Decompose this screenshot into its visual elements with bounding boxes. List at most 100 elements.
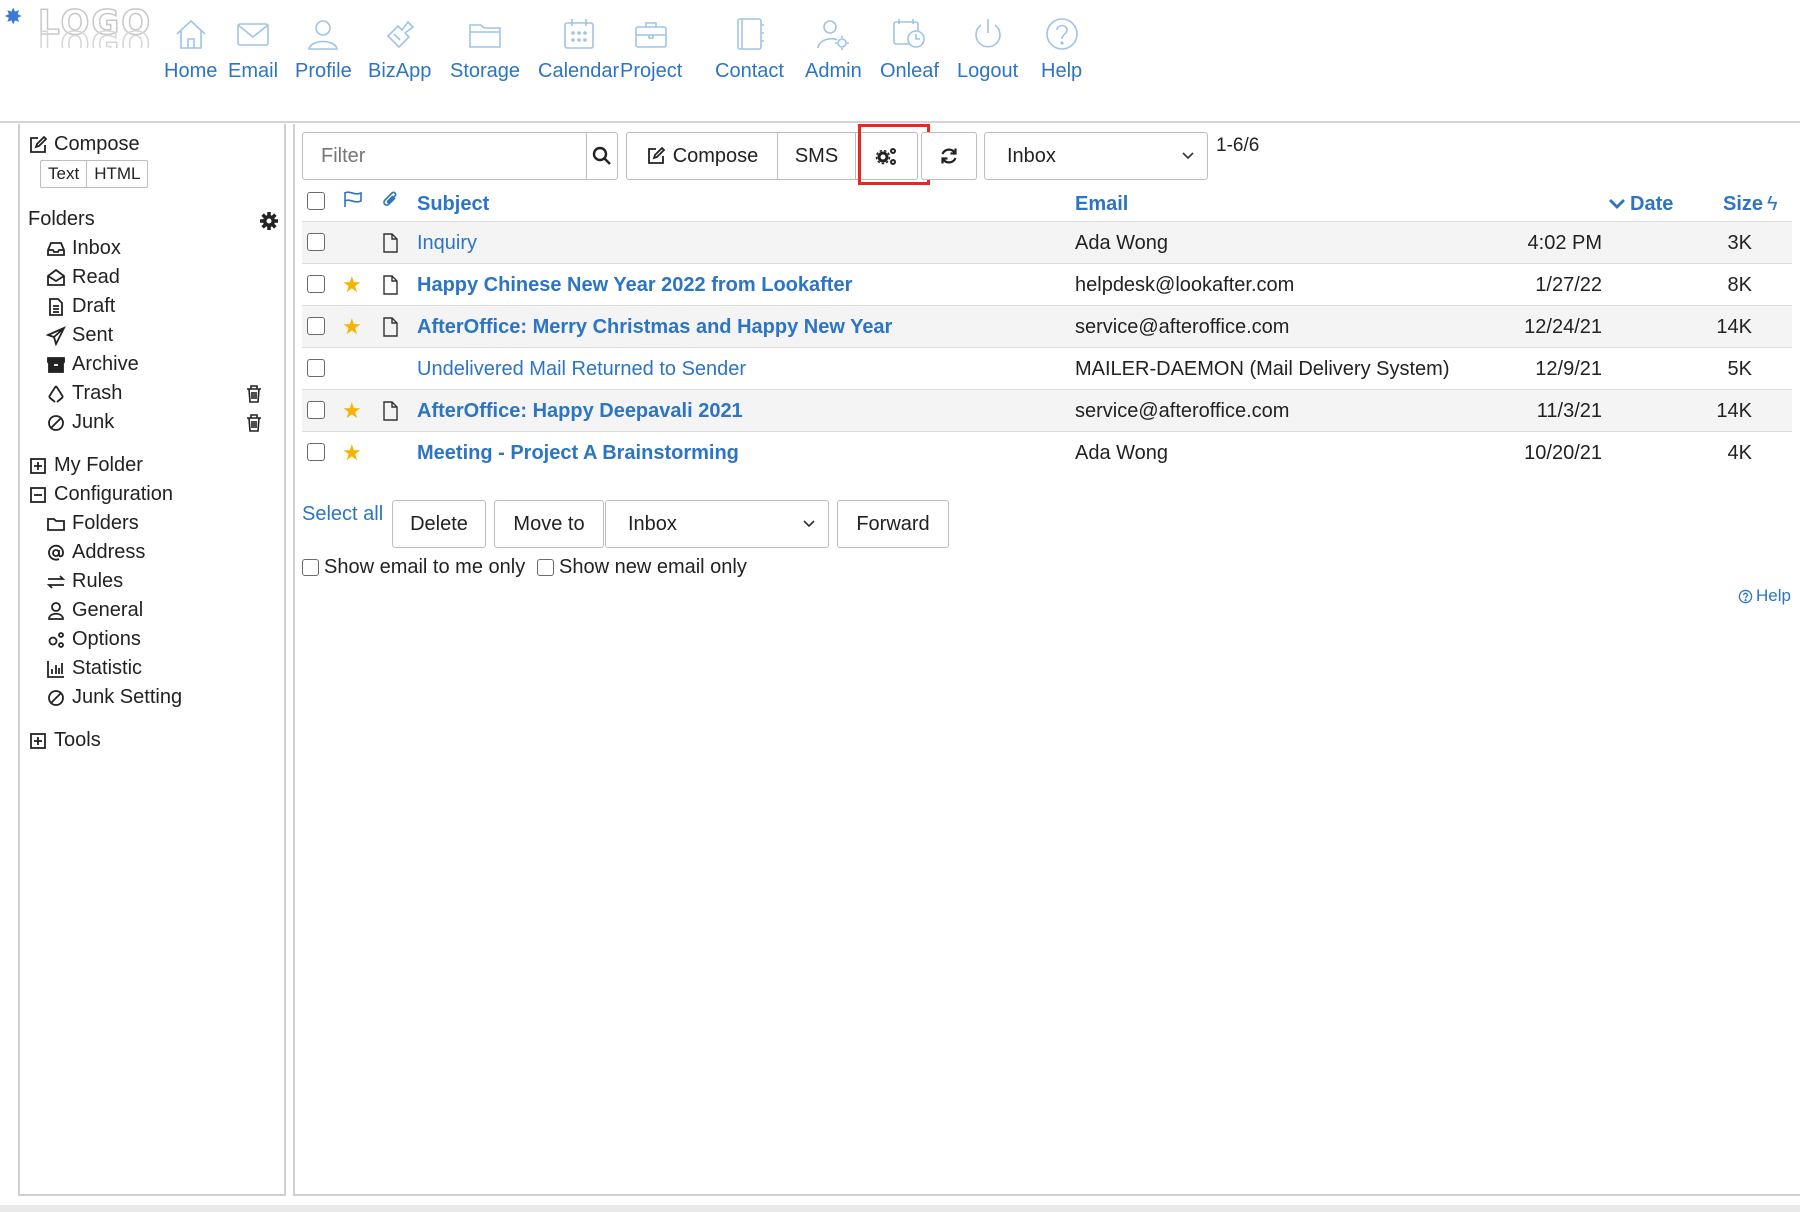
refresh-button[interactable] — [921, 132, 977, 180]
row-checkbox[interactable] — [307, 443, 325, 461]
empty-junk-icon[interactable] — [245, 413, 263, 433]
config-item-label: Options — [72, 628, 141, 650]
nav-logout[interactable]: Logout — [957, 14, 1018, 83]
sidebar-item-junk[interactable]: Junk — [46, 411, 114, 434]
table-row[interactable]: Undelivered Mail Returned to Sender MAILE… — [302, 347, 1792, 389]
column-subject[interactable]: Subject — [417, 186, 489, 222]
column-date[interactable]: Date — [1608, 186, 1673, 222]
nav-bizapp[interactable]: BizApp — [368, 14, 431, 83]
row-checkbox[interactable] — [307, 233, 325, 251]
sidebar-item-sent[interactable]: Sent — [46, 324, 113, 347]
compose-button-label: Compose — [672, 144, 759, 167]
sms-button[interactable]: SMS — [778, 133, 856, 179]
nav-admin[interactable]: Admin — [805, 14, 862, 83]
storage-icon — [469, 24, 501, 48]
message-subject[interactable]: Happy Chinese New Year 2022 from Lookaft… — [417, 264, 852, 306]
empty-trash-icon[interactable] — [245, 384, 263, 404]
column-size[interactable]: Size ϟ — [1723, 186, 1778, 222]
sidebar-item-archive[interactable]: Archive — [46, 353, 139, 376]
filter-box — [302, 132, 618, 180]
nav-contact[interactable]: Contact — [715, 14, 784, 83]
select-all-link[interactable]: Select all — [302, 503, 383, 526]
column-email[interactable]: Email — [1075, 186, 1128, 222]
row-checkbox[interactable] — [307, 401, 325, 419]
star-icon[interactable]: ★ — [342, 306, 362, 348]
inbox-icon — [47, 241, 65, 256]
sidebar-item-label: Read — [72, 266, 120, 288]
star-icon[interactable]: ★ — [342, 264, 362, 306]
document-icon — [381, 264, 399, 306]
row-checkbox[interactable] — [307, 317, 325, 335]
message-subject[interactable]: Inquiry — [417, 222, 477, 264]
search-button[interactable] — [586, 133, 617, 179]
sidebar-item-inbox[interactable]: Inbox — [46, 237, 121, 260]
table-row[interactable]: ★ Happy Chinese New Year 2022 from Lookaf… — [302, 263, 1792, 305]
edit-icon — [647, 146, 665, 164]
forward-button[interactable]: Forward — [837, 500, 949, 548]
table-row[interactable]: Inquiry Ada Wong 4:02 PM 3K — [302, 221, 1792, 263]
filter-input[interactable] — [303, 133, 586, 179]
format-html-button[interactable]: HTML — [87, 161, 147, 187]
message-sender: helpdesk@lookafter.com — [1075, 273, 1295, 296]
settings-button-highlight — [858, 124, 930, 185]
star-icon[interactable]: ★ — [342, 390, 362, 432]
table-row[interactable]: ★ AfterOffice: Merry Christmas and Happy … — [302, 305, 1792, 347]
nav-onleaf[interactable]: Onleaf — [880, 14, 939, 83]
config-item-options[interactable]: Options — [46, 628, 141, 651]
sidebar-my-folder[interactable]: My Folder — [28, 454, 143, 477]
message-subject[interactable]: Undelivered Mail Returned to Sender — [417, 348, 746, 390]
nav-project[interactable]: Project — [620, 14, 682, 83]
config-item-junk-setting[interactable]: Junk Setting — [46, 686, 182, 709]
at-sign-icon — [48, 544, 64, 561]
move-to-button[interactable]: Move to — [494, 500, 604, 548]
message-subject[interactable]: AfterOffice: Merry Christmas and Happy N… — [417, 306, 892, 348]
compose-button[interactable]: Compose — [627, 133, 778, 179]
sidebar-item-read[interactable]: Read — [46, 266, 120, 289]
star-icon[interactable]: ★ — [342, 432, 362, 474]
sidebar-configuration-label: Configuration — [54, 483, 173, 505]
format-text-button[interactable]: Text — [41, 161, 88, 187]
nav-email[interactable]: Email — [228, 14, 278, 83]
sidebar-item-label: Sent — [72, 324, 114, 346]
folder-select[interactable]: Inbox — [984, 132, 1208, 180]
nav-profile[interactable]: Profile — [295, 14, 352, 83]
sidebar-compose[interactable]: Compose — [28, 133, 140, 156]
config-item-general[interactable]: General — [46, 599, 143, 622]
sms-button-label: SMS — [794, 144, 839, 167]
message-date: 10/20/21 — [1524, 441, 1602, 464]
select-all-checkbox[interactable] — [307, 192, 325, 210]
table-row[interactable]: ★ Meeting - Project A Brainstorming Ada Wo… — [302, 431, 1792, 473]
help-link[interactable]: Help — [1738, 586, 1791, 606]
message-sender: Ada Wong — [1075, 441, 1169, 464]
sidebar-item-trash[interactable]: Trash — [46, 382, 122, 405]
sidebar-configuration[interactable]: Configuration — [28, 483, 173, 506]
flag-icon[interactable] — [343, 190, 363, 208]
expand-plus-icon — [30, 732, 46, 749]
show-to-me-checkbox[interactable] — [302, 559, 319, 576]
move-folder-select[interactable]: Inbox — [605, 500, 829, 548]
config-item-rules[interactable]: Rules — [46, 570, 123, 593]
nav-home[interactable]: Home — [164, 14, 217, 83]
sidebar-item-draft[interactable]: Draft — [46, 295, 115, 318]
nav-storage[interactable]: Storage — [450, 14, 520, 83]
message-sender: service@afteroffice.com — [1075, 315, 1290, 338]
nav-help[interactable]: Help — [1041, 14, 1082, 83]
row-checkbox[interactable] — [307, 359, 325, 377]
row-checkbox[interactable] — [307, 275, 325, 293]
show-new-option[interactable]: Show new email only — [537, 556, 747, 579]
help-link-label: Help — [1756, 586, 1791, 605]
paperclip-icon[interactable] — [381, 189, 399, 209]
message-size: 14K — [1716, 399, 1752, 422]
config-item-address[interactable]: Address — [46, 541, 145, 564]
gear-icon[interactable] — [259, 211, 279, 231]
config-item-statistic[interactable]: Statistic — [46, 657, 142, 680]
nav-calendar[interactable]: Calendar — [538, 14, 619, 83]
delete-button[interactable]: Delete — [392, 500, 486, 548]
message-subject[interactable]: Meeting - Project A Brainstorming — [417, 432, 739, 474]
sidebar-tools[interactable]: Tools — [28, 729, 101, 752]
message-subject[interactable]: AfterOffice: Happy Deepavali 2021 — [417, 390, 743, 432]
config-item-folders[interactable]: Folders — [46, 512, 139, 535]
show-to-me-option[interactable]: Show email to me only — [302, 556, 525, 579]
show-new-checkbox[interactable] — [537, 559, 554, 576]
table-row[interactable]: ★ AfterOffice: Happy Deepavali 2021 servic… — [302, 389, 1792, 431]
